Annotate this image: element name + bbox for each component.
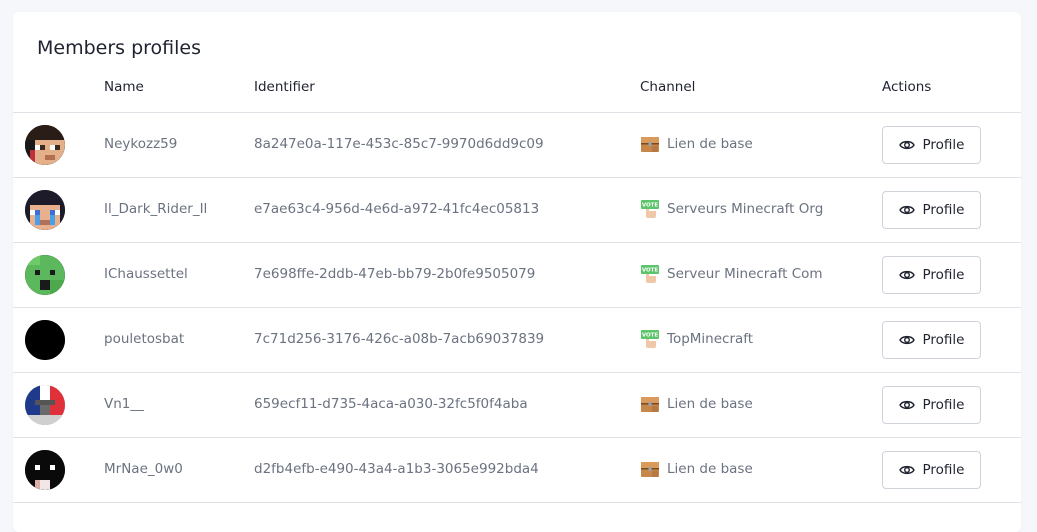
table-body: Neykozz59 8a247e0a-117e-453c-85c7-9970d6… <box>13 113 1021 503</box>
channel-label: TopMinecraft <box>667 331 754 347</box>
eye-icon <box>898 267 915 283</box>
profile-button[interactable]: Profile <box>882 126 981 164</box>
channel-label: Lien de base <box>667 461 753 477</box>
member-name: pouletosbat <box>104 331 185 347</box>
members-profiles-card: Members profiles Name Identifier Channel… <box>13 12 1021 532</box>
member-channel: VOTE Serveurs Minecraft Org <box>640 199 823 219</box>
svg-text:VOTE: VOTE <box>642 268 659 274</box>
svg-text:VOTE: VOTE <box>642 203 659 209</box>
avatar <box>25 190 65 230</box>
table-row: MrNae_0w0 d2fb4efb-e490-43a4-a1b3-3065e9… <box>13 438 1021 503</box>
vote-icon: VOTE <box>640 199 660 219</box>
vote-icon: VOTE <box>640 264 660 284</box>
vote-icon: VOTE <box>640 329 660 349</box>
profile-button-label: Profile <box>922 267 965 283</box>
member-channel: VOTE TopMinecraft <box>640 329 753 349</box>
table-row: IChaussettel 7e698ffe-2ddb-47eb-bb79-2b0… <box>13 243 1021 308</box>
profile-button[interactable]: Profile <box>882 386 981 424</box>
member-identifier: d2fb4efb-e490-43a4-a1b3-3065e992bda4 <box>254 461 539 477</box>
profile-button[interactable]: Profile <box>882 191 981 229</box>
eye-icon <box>898 397 915 413</box>
chest-icon <box>640 134 660 154</box>
table-row: Il_Dark_Rider_Il e7ae63c4-956d-4e6d-a972… <box>13 178 1021 243</box>
member-identifier: 659ecf11-d735-4aca-a030-32fc5f0f4aba <box>254 396 528 412</box>
member-identifier: e7ae63c4-956d-4e6d-a972-41fc4ec05813 <box>254 201 540 217</box>
table-row: Neykozz59 8a247e0a-117e-453c-85c7-9970d6… <box>13 113 1021 178</box>
member-identifier: 8a247e0a-117e-453c-85c7-9970d6dd9c09 <box>254 136 544 152</box>
member-name: Il_Dark_Rider_Il <box>104 201 208 217</box>
profile-button-label: Profile <box>922 332 965 348</box>
chest-icon <box>640 459 660 479</box>
member-channel: Lien de base <box>640 459 753 479</box>
avatar <box>25 320 65 360</box>
channel-label: Lien de base <box>667 396 753 412</box>
avatar <box>25 255 65 295</box>
table-header: Name Identifier Channel Actions <box>13 75 1021 113</box>
channel-label: Lien de base <box>667 136 753 152</box>
profile-button[interactable]: Profile <box>882 256 981 294</box>
card-title: Members profiles <box>37 37 202 59</box>
eye-icon <box>898 462 915 478</box>
eye-icon <box>898 332 915 348</box>
member-channel: VOTE Serveur Minecraft Com <box>640 264 823 284</box>
avatar <box>25 125 65 165</box>
member-name: MrNae_0w0 <box>104 461 183 477</box>
profile-button-label: Profile <box>922 397 965 413</box>
profile-button-label: Profile <box>922 137 965 153</box>
svg-text:VOTE: VOTE <box>642 333 659 339</box>
channel-label: Serveurs Minecraft Org <box>667 201 824 217</box>
member-identifier: 7e698ffe-2ddb-47eb-bb79-2b0fe9505079 <box>254 266 536 282</box>
chest-icon <box>640 394 660 414</box>
profile-button[interactable]: Profile <box>882 321 981 359</box>
table-row: pouletosbat 7c71d256-3176-426c-a08b-7acb… <box>13 308 1021 373</box>
member-name: IChaussettel <box>104 266 188 282</box>
column-header-identifier: Identifier <box>254 79 315 95</box>
eye-icon <box>898 202 915 218</box>
profile-button-label: Profile <box>922 202 965 218</box>
member-name: Neykozz59 <box>104 136 178 152</box>
table-row: Vn1__ 659ecf11-d735-4aca-a030-32fc5f0f4a… <box>13 373 1021 438</box>
member-channel: Lien de base <box>640 134 753 154</box>
channel-label: Serveur Minecraft Com <box>667 266 823 282</box>
profile-button[interactable]: Profile <box>882 451 981 489</box>
avatar <box>25 450 65 490</box>
member-identifier: 7c71d256-3176-426c-a08b-7acb69037839 <box>254 331 545 347</box>
member-channel: Lien de base <box>640 394 753 414</box>
avatar <box>25 385 65 425</box>
column-header-name: Name <box>104 79 144 95</box>
column-header-actions: Actions <box>882 79 932 95</box>
eye-icon <box>898 137 915 153</box>
profile-button-label: Profile <box>922 462 965 478</box>
member-name: Vn1__ <box>104 396 144 412</box>
column-header-channel: Channel <box>640 79 696 95</box>
